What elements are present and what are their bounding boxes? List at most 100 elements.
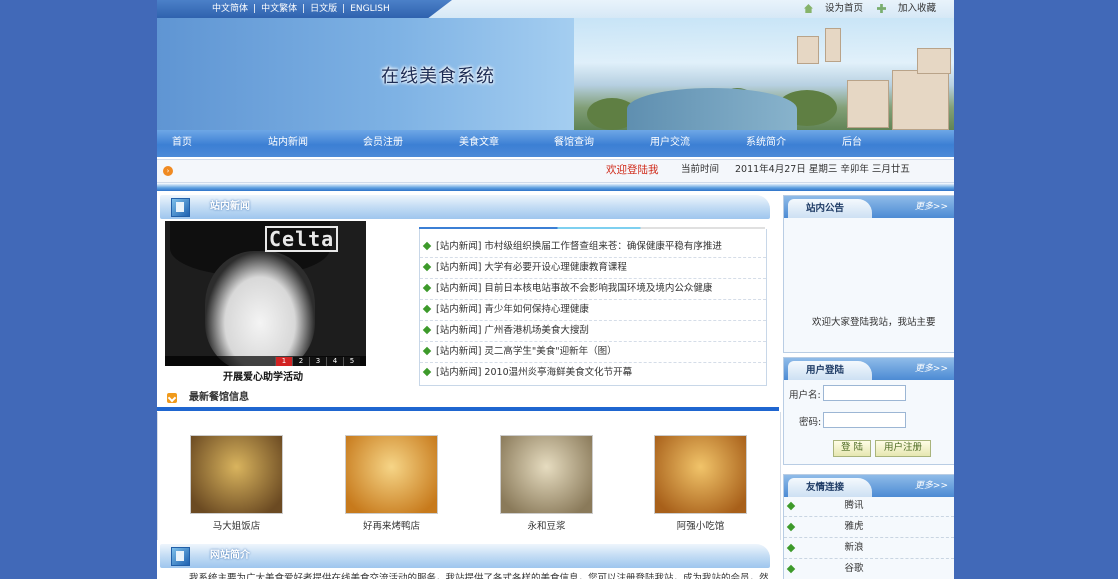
login-more-link[interactable]: 更多>> — [915, 361, 948, 374]
nav-admin[interactable]: 后台 — [842, 130, 862, 155]
restaurant-name[interactable]: 阿强小吃馆 — [654, 518, 747, 532]
restaurants-section-title: 最新餐馆信息 — [189, 392, 249, 403]
friend-link[interactable]: 新浪 — [784, 538, 954, 559]
header-banner: 在线美食系统 — [157, 18, 954, 130]
username-row: 用户名: — [784, 384, 954, 404]
news-item[interactable]: [站内新闻] 大学有必要开设心理健康教育课程 — [420, 258, 766, 279]
friend-link[interactable]: 雅虎 — [784, 517, 954, 538]
notice-tab: 站内公告 — [788, 199, 872, 218]
nav-news[interactable]: 站内新闻 — [268, 130, 308, 155]
news-item-text[interactable]: [站内新闻] 青少年如何保持心理健康 — [436, 304, 589, 315]
bullet-icon — [422, 346, 432, 355]
links-header: 友情连接 更多>> — [784, 475, 954, 497]
restaurant-card[interactable]: 好再来烤鸭店 — [345, 435, 438, 532]
slide-page-button[interactable]: 2 — [292, 357, 309, 366]
news-item-text[interactable]: [站内新闻] 市村级组织换届工作督查组来苍：确保健康平稳有序推进 — [436, 241, 722, 252]
login-title: 用户登陆 — [806, 365, 845, 376]
restaurant-card[interactable]: 永和豆浆 — [500, 435, 593, 532]
login-box: 用户登陆 更多>> 用户名: 密码: 登 陆 用户注册 — [783, 357, 954, 465]
news-item-text[interactable]: [站内新闻] 目前日本核电站事故不会影响我国环境及境内公众健康 — [436, 283, 712, 294]
restaurant-name[interactable]: 永和豆浆 — [500, 518, 593, 532]
friend-link-label[interactable]: 腾讯 — [784, 496, 924, 516]
restaurant-name[interactable]: 马大姐饭店 — [190, 518, 283, 532]
welcome-text: 欢迎登陆我 — [606, 164, 659, 176]
slide-page-button[interactable]: 5 — [343, 357, 360, 366]
links-more-link[interactable]: 更多>> — [915, 478, 948, 491]
restaurant-card[interactable]: 阿强小吃馆 — [654, 435, 747, 532]
friend-link-label[interactable]: 新浪 — [784, 538, 924, 558]
news-section-header: 站内新闻 — [160, 195, 770, 219]
restaurants-grid: 马大姐饭店 好再来烤鸭店 永和豆浆 阿强小吃馆 — [157, 412, 781, 540]
links-tab: 友情连接 — [788, 478, 872, 497]
notice-header: 站内公告 更多>> — [784, 196, 954, 218]
divider-stripe — [157, 183, 954, 191]
news-slideshow[interactable]: Celta 1 2 3 4 5 — [165, 221, 366, 366]
friend-links-box: 友情连接 更多>> 腾讯 雅虎 新浪 谷歌 — [783, 474, 954, 579]
bullet-icon — [422, 241, 432, 250]
friend-link[interactable]: 腾讯 — [784, 496, 954, 517]
nav-register[interactable]: 会员注册 — [363, 130, 403, 155]
bullet-icon — [422, 304, 432, 313]
news-item[interactable]: [站内新闻] 目前日本核电站事故不会影响我国环境及境内公众健康 — [420, 279, 766, 300]
lang-english-link[interactable]: ENGLISH — [350, 0, 390, 18]
restaurant-photo[interactable] — [654, 435, 747, 514]
friend-link-label[interactable]: 谷歌 — [784, 559, 924, 579]
add-favorite-icon — [876, 4, 886, 13]
intro-section-title: 网站简介 — [210, 550, 250, 561]
building-shape — [825, 28, 841, 62]
username-input[interactable] — [823, 385, 906, 401]
lang-simplified-link[interactable]: 中文简体 — [212, 0, 248, 18]
links-title: 友情连接 — [806, 482, 845, 493]
slide-page-button[interactable]: 3 — [309, 357, 326, 366]
login-tab: 用户登陆 — [788, 361, 872, 380]
friend-link[interactable]: 谷歌 — [784, 559, 954, 579]
slide-page-button[interactable]: 1 — [275, 357, 292, 366]
news-item[interactable]: [站内新闻] 广州香港机场美食大搜刮 — [420, 321, 766, 342]
lang-traditional-link[interactable]: 中文繁体 — [261, 0, 297, 18]
news-item[interactable]: [站内新闻] 市村级组织换届工作督查组来苍：确保健康平稳有序推进 — [420, 237, 766, 258]
notice-more-link[interactable]: 更多>> — [915, 199, 948, 212]
status-bar: › 欢迎登陆我 当前时间 2011年4月27日 星期三 辛卯年 三月廿五 — [157, 159, 954, 183]
password-label: 密码: — [799, 417, 822, 428]
checkmark-icon — [167, 393, 177, 403]
intro-icon — [171, 547, 190, 566]
separator: | — [342, 4, 346, 14]
news-list: [站内新闻] 市村级组织换届工作督查组来苍：确保健康平稳有序推进 [站内新闻] … — [419, 229, 767, 386]
restaurant-card[interactable]: 马大姐饭店 — [190, 435, 283, 532]
news-item-text[interactable]: [站内新闻] 大学有必要开设心理健康教育课程 — [436, 262, 627, 273]
restaurant-photo[interactable] — [345, 435, 438, 514]
restaurant-photo[interactable] — [500, 435, 593, 514]
login-button[interactable]: 登 陆 — [833, 440, 871, 457]
news-item-text[interactable]: [站内新闻] 灵二高学生"美食"迎新年（图） — [436, 346, 617, 357]
username-label: 用户名: — [789, 390, 821, 401]
restaurant-name[interactable]: 好再来烤鸭店 — [345, 518, 438, 532]
news-item-text[interactable]: [站内新闻] 2010温州炎亭海鲜美食文化节开幕 — [436, 367, 632, 378]
news-section-title: 站内新闻 — [210, 201, 250, 212]
news-item[interactable]: [站内新闻] 灵二高学生"美食"迎新年（图） — [420, 342, 766, 363]
top-links: 设为首页 加入收藏 — [803, 0, 936, 18]
nav-about[interactable]: 系统简介 — [746, 130, 786, 155]
news-item-text[interactable]: [站内新闻] 广州香港机场美食大搜刮 — [436, 325, 589, 336]
separator: | — [302, 4, 306, 14]
password-input[interactable] — [823, 412, 906, 428]
lang-japanese-link[interactable]: 日文版 — [310, 0, 337, 18]
news-item[interactable]: [站内新闻] 青少年如何保持心理健康 — [420, 300, 766, 321]
register-button[interactable]: 用户注册 — [875, 440, 931, 457]
nav-home[interactable]: 首页 — [172, 130, 192, 155]
login-header: 用户登陆 更多>> — [784, 358, 954, 380]
arrow-icon: › — [163, 166, 173, 176]
building-shape — [797, 36, 819, 64]
nav-forum[interactable]: 用户交流 — [650, 130, 690, 155]
slide-caption[interactable]: 开展爱心助学活动 — [223, 368, 303, 383]
friend-link-label[interactable]: 雅虎 — [784, 517, 924, 537]
nav-articles[interactable]: 美食文章 — [459, 130, 499, 155]
main-nav: 首页 站内新闻 会员注册 美食文章 餐馆查询 用户交流 系统简介 后台 — [157, 130, 954, 157]
nav-restaurant-search[interactable]: 餐馆查询 — [554, 130, 594, 155]
building-shape — [917, 48, 951, 74]
news-item[interactable]: [站内新闻] 2010温州炎亭海鲜美食文化节开幕 — [420, 363, 766, 383]
restaurant-photo[interactable] — [190, 435, 283, 514]
set-home-link[interactable]: 设为首页 — [825, 3, 863, 14]
top-bar: 中文简体 | 中文繁体 | 日文版 | ENGLISH 设为首页 加入收藏 — [157, 0, 954, 18]
bookmark-link[interactable]: 加入收藏 — [898, 3, 936, 14]
slide-page-button[interactable]: 4 — [326, 357, 343, 366]
